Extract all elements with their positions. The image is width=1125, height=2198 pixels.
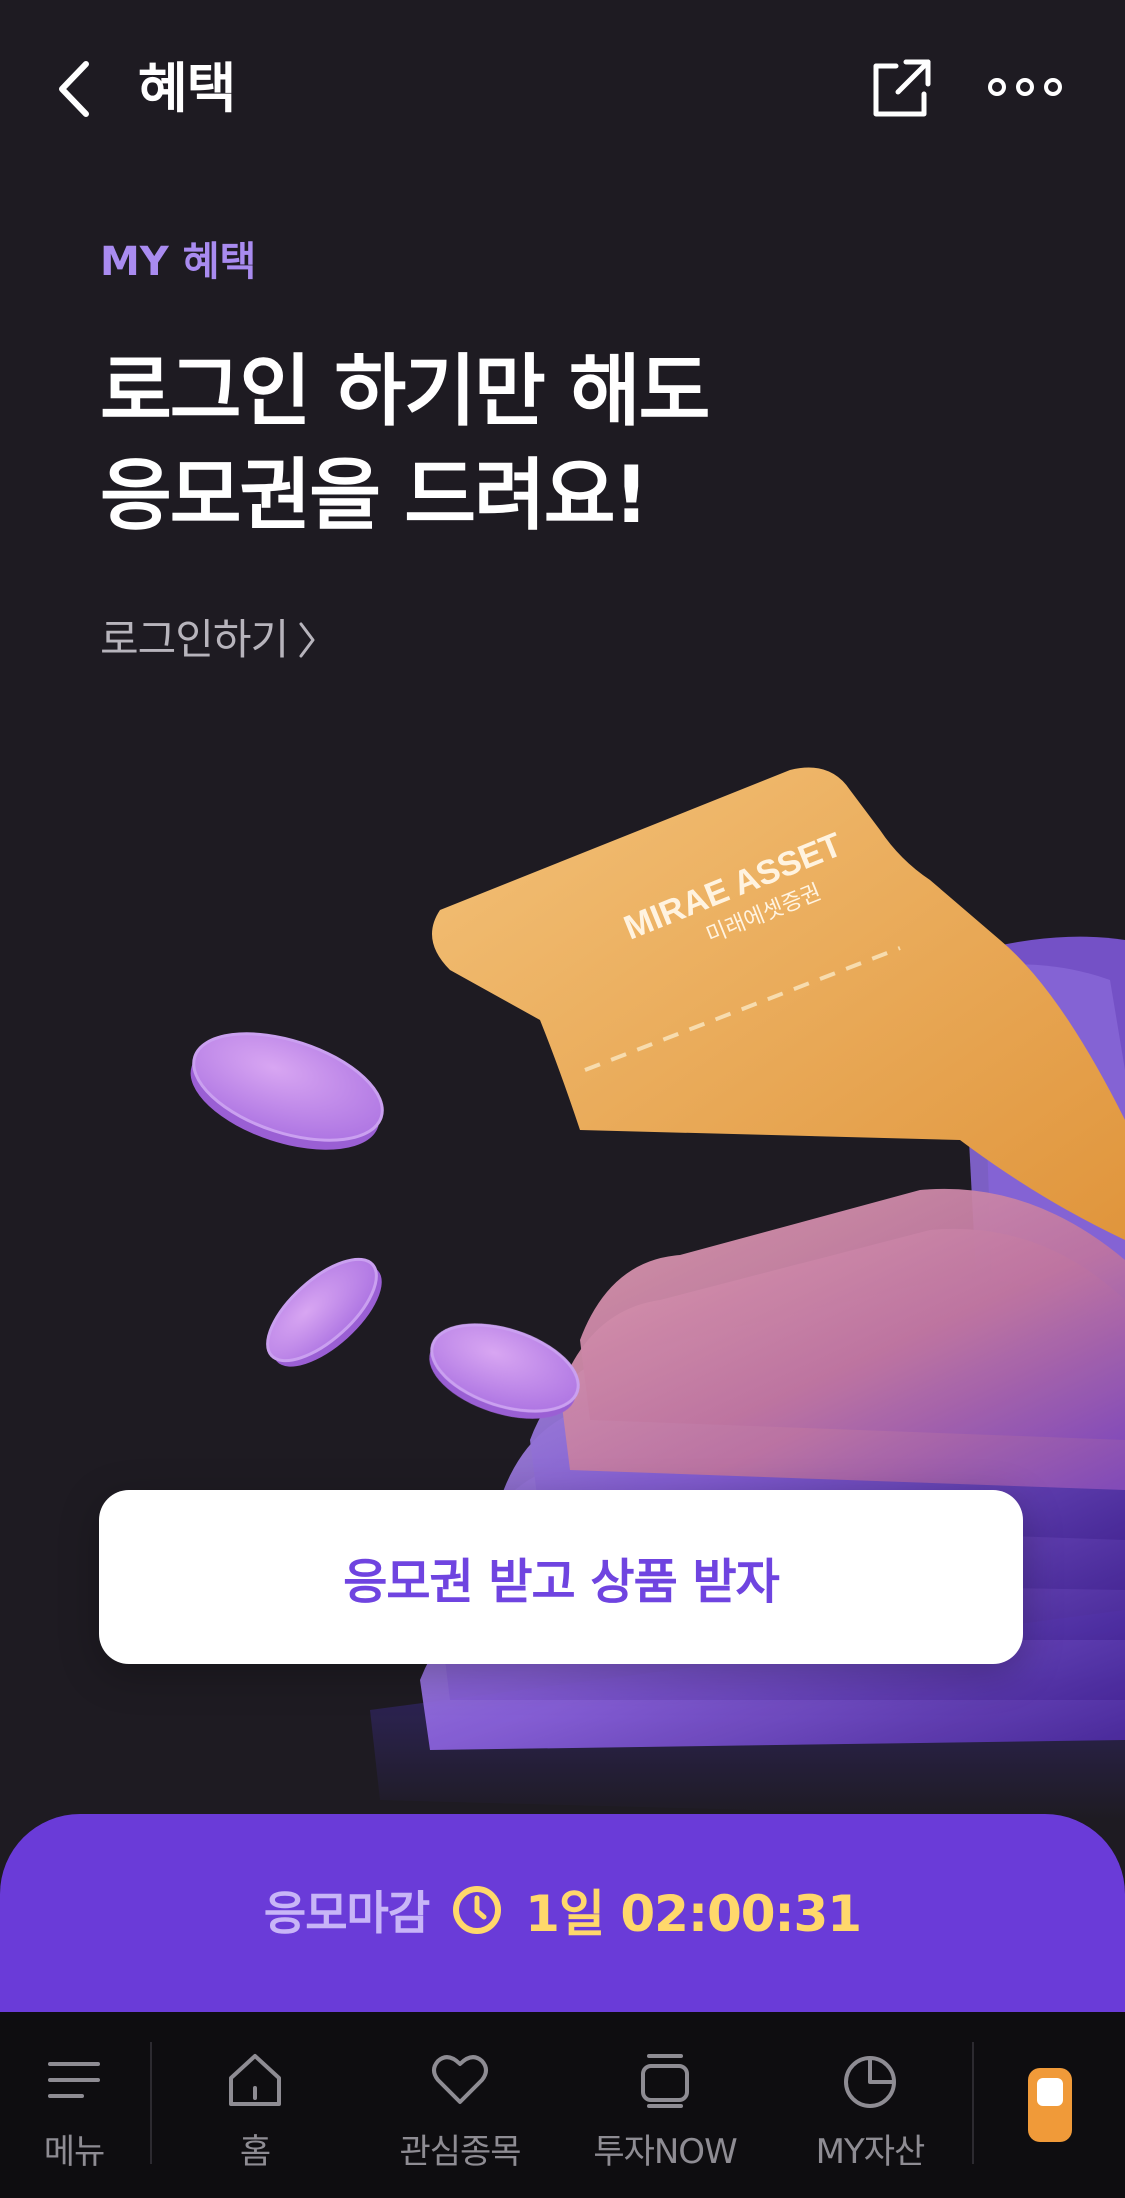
hero-headline: 로그인 하기만 해도 응모권을 드려요! (100, 340, 710, 548)
cta-label: 응모권 받고 상품 받자 (343, 1554, 780, 1610)
coin (190, 1032, 384, 1150)
login-link-label: 로그인하기 (100, 615, 289, 664)
headline-line: 로그인 하기만 해도 (100, 347, 710, 437)
tab-label: MY자산 (815, 2132, 926, 2172)
app-header: 혜택 (0, 0, 1125, 176)
tab-invest-now[interactable]: 투자NOW (580, 2012, 750, 2198)
menu-icon (48, 2062, 100, 2098)
tab-label: 관심종목 (399, 2132, 521, 2172)
home-icon (229, 2054, 281, 2106)
tab-my-assets[interactable]: MY자산 (800, 2012, 940, 2198)
orange-ticket: MIRAE ASSET 미래에셋증권 (432, 767, 1125, 1240)
tab-label: 홈 (239, 2132, 271, 2172)
stack-icon (641, 2054, 689, 2108)
pie-chart-icon (844, 2056, 896, 2108)
heart-icon (432, 2055, 488, 2104)
deadline-banner: 응모마감 1일 02:00:31 (0, 1814, 1125, 2012)
chevron-right-icon (299, 622, 315, 658)
login-link[interactable]: 로그인하기 (100, 612, 318, 668)
page-title: 혜택 (138, 57, 236, 120)
deadline-label: 응모마감 (263, 1886, 430, 1940)
tab-label: 투자NOW (593, 2132, 737, 2172)
more-options-button[interactable] (985, 62, 1065, 112)
app-switch-icon (1037, 2078, 1063, 2106)
tab-divider (972, 2042, 974, 2164)
get-ticket-button[interactable]: 응모권 받고 상품 받자 (99, 1490, 1023, 1664)
tab-label: 메뉴 (43, 2132, 106, 2172)
tab-home[interactable]: 홈 (200, 2012, 310, 2198)
tab-divider (150, 2042, 152, 2164)
clock-icon (453, 1886, 502, 1934)
bottom-tab-bar: 메뉴 홈 관심종목 투자NOW MY자산 (0, 2012, 1125, 2198)
more-dots-icon (988, 78, 1062, 96)
countdown-timer: 1일 02:00:31 (525, 1885, 862, 1943)
ticket-stack-illustration: MIRAE ASSET 미래에셋증권 (190, 767, 1125, 1820)
tab-menu[interactable]: 메뉴 (28, 2012, 120, 2198)
back-button[interactable] (52, 58, 102, 120)
coin (266, 1257, 382, 1367)
headline-line: 응모권을 드려요! (100, 451, 649, 541)
tab-watchlist[interactable]: 관심종목 (380, 2012, 540, 2198)
share-button[interactable] (866, 54, 936, 124)
app-switch-button[interactable] (1028, 2068, 1072, 2142)
chevron-left-icon (59, 61, 89, 117)
share-icon (873, 59, 931, 117)
section-eyebrow: MY 혜택 (100, 239, 257, 285)
